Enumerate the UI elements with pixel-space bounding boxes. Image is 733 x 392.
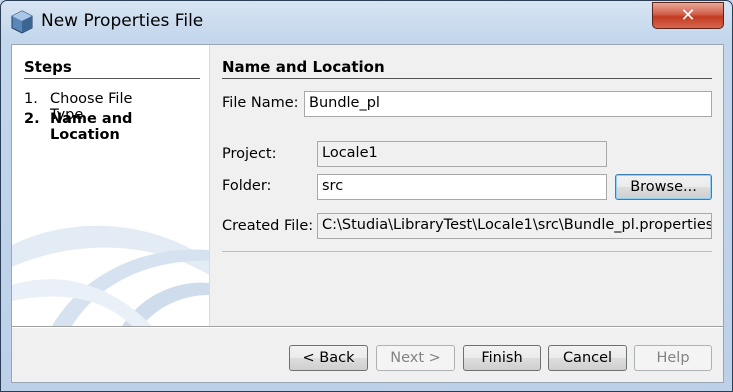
file-name-input[interactable]: Bundle_pl xyxy=(304,91,712,117)
step-item-name-and-location: 2. Name and Location xyxy=(24,111,146,143)
created-file-field: C:\Studia\LibraryTest\Locale1\src\Bundle… xyxy=(317,213,712,239)
back-button-label: < Back xyxy=(302,350,355,366)
content-separator xyxy=(222,251,712,252)
created-file-label: Created File: xyxy=(222,218,314,234)
cube-app-icon xyxy=(11,10,33,34)
steps-heading: Steps xyxy=(24,58,72,76)
steps-divider xyxy=(24,78,200,79)
back-button[interactable]: < Back xyxy=(289,345,368,371)
help-button-label: Help xyxy=(656,350,690,366)
finish-button-label: Finish xyxy=(481,350,523,366)
panel-heading-divider xyxy=(222,78,712,79)
browse-button[interactable]: Browse... xyxy=(615,174,712,200)
panel-heading: Name and Location xyxy=(222,58,385,76)
finish-button[interactable]: Finish xyxy=(463,345,541,371)
next-button-label: Next > xyxy=(390,350,441,366)
dialog-window: New Properties File ✕ Steps 1. Choose Fil… xyxy=(0,0,733,392)
project-label: Project: xyxy=(222,146,277,162)
folder-label: Folder: xyxy=(222,178,272,194)
project-field: Locale1 xyxy=(317,141,607,167)
step-label: Name and Location xyxy=(50,111,133,143)
cancel-button[interactable]: Cancel xyxy=(548,345,627,371)
decorative-swirl-graphic xyxy=(12,225,209,326)
help-button[interactable]: Help xyxy=(634,345,712,371)
steps-panel: Steps 1. Choose File Type 2. Name and Loca… xyxy=(12,45,210,326)
window-title: New Properties File xyxy=(41,11,204,31)
dialog-body: Steps 1. Choose File Type 2. Name and Loca… xyxy=(11,44,724,383)
folder-input[interactable]: src xyxy=(317,174,607,200)
cancel-button-label: Cancel xyxy=(562,350,613,366)
title-bar[interactable]: New Properties File ✕ xyxy=(1,1,732,43)
button-bar-separator-highlight xyxy=(12,327,723,328)
step-number: 2. xyxy=(24,111,40,127)
close-icon: ✕ xyxy=(680,5,696,26)
step-number: 1. xyxy=(24,91,38,107)
file-name-label: File Name: xyxy=(222,95,299,111)
close-button[interactable]: ✕ xyxy=(652,2,724,29)
next-button[interactable]: Next > xyxy=(376,345,455,371)
browse-button-label: Browse... xyxy=(630,179,697,195)
